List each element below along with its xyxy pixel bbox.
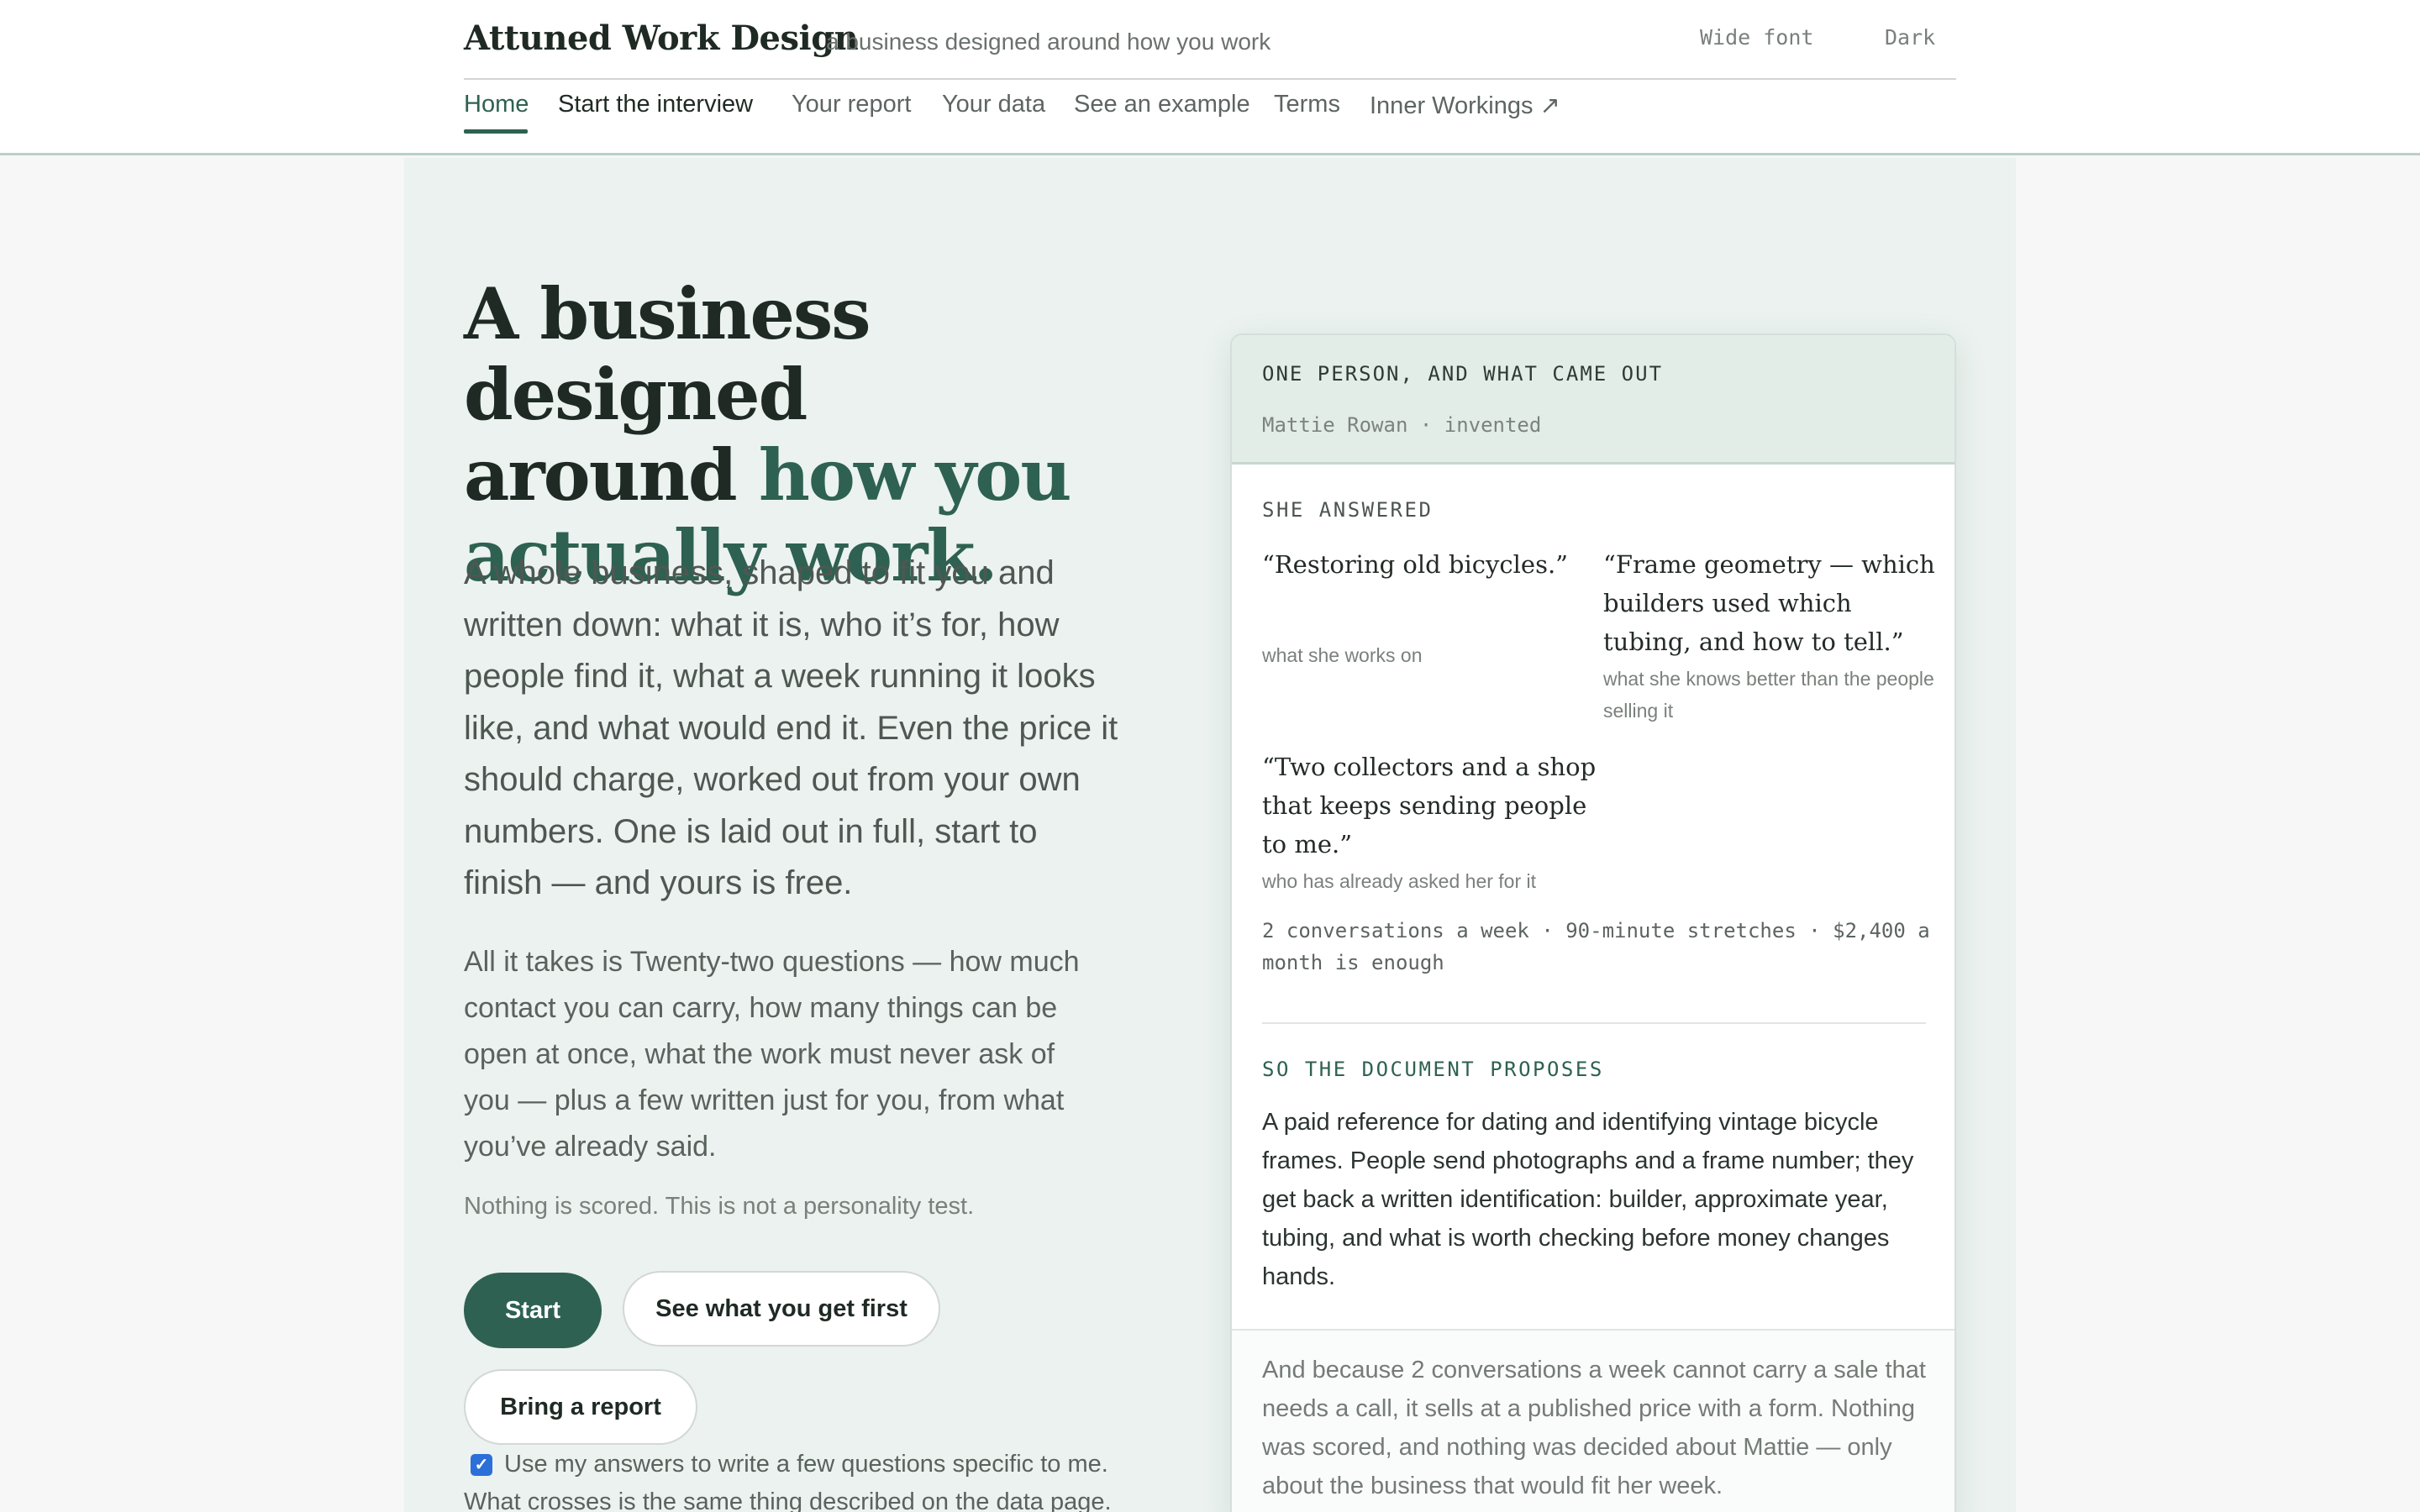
hero-title-accent1: how you [758,433,1072,517]
nav-start-interview[interactable]: Start the interview [558,91,753,118]
dark-mode-toggle[interactable]: Dark [1885,25,1935,50]
hero-note: Nothing is scored. This is not a persona… [464,1193,975,1220]
wide-font-toggle[interactable]: Wide font [1700,25,1813,50]
card-kicker: ONE PERSON, AND WHAT CAME OUT [1262,362,1664,386]
answered-label: SHE ANSWERED [1262,498,1434,522]
answer-caption: who has already asked her for it [1262,870,1537,892]
card-person: Mattie Rowan · invented [1262,413,1542,437]
hero-title-line1: A business designed [464,272,871,436]
card-footer-text: And because 2 conversations a week canno… [1262,1357,1926,1499]
start-button[interactable]: Start [464,1273,602,1348]
answer-caption: what she works on [1262,644,1423,666]
card-footer: And because 2 conversations a week canno… [1232,1329,1954,1512]
answer-quote: “Two collectors and a shop that keeps se… [1262,753,1597,858]
nav-home[interactable]: Home [464,91,529,118]
hero-subtext: All it takes is Twenty-two questions — h… [464,946,1080,1163]
nav-terms[interactable]: Terms [1274,91,1340,118]
answer-caption: what she knows better than the people se… [1603,668,1934,722]
nav-your-report[interactable]: Your report [792,91,911,118]
brand-tagline: a business designed around how you work [826,29,1271,55]
header-divider [464,78,1956,80]
proposal-text: A paid reference for dating and identify… [1262,1109,1914,1290]
proposes-label: SO THE DOCUMENT PROPOSES [1262,1058,1604,1081]
answer-quote: “Frame geometry — which builders used wh… [1603,550,1935,656]
custom-questions-option[interactable]: ✓ Use my answers to write a few question… [471,1451,1108,1478]
card-header: ONE PERSON, AND WHAT CAME OUT Mattie Row… [1232,335,1954,465]
nav-your-data[interactable]: Your data [942,91,1045,118]
see-what-you-get-button[interactable]: See what you get first [623,1271,940,1347]
bring-report-button[interactable]: Bring a report [464,1369,697,1445]
custom-questions-checkbox[interactable]: ✓ [471,1453,492,1476]
answer-facts: 2 conversations a week · 90-minute stret… [1262,919,1930,974]
data-page-note: What crosses is the same thing described… [464,1488,1112,1512]
hero-title-line2: around [464,433,759,517]
card-divider [1262,1022,1926,1024]
custom-questions-label: Use my answers to write a few questions … [504,1451,1108,1478]
hero-lead: A whole business, shaped to fit you and … [464,554,1118,901]
nav-inner-workings[interactable]: Inner Workings ↗ [1370,91,1560,120]
example-card: ONE PERSON, AND WHAT CAME OUT Mattie Row… [1230,333,1956,1512]
nav-active-indicator [464,129,528,134]
site-header: Attuned Work Design a business designed … [0,0,2420,155]
answer-quote: “Restoring old bicycles.” [1262,550,1569,579]
brand-name[interactable]: Attuned Work Design [464,18,859,58]
nav-see-example[interactable]: See an example [1074,91,1250,118]
